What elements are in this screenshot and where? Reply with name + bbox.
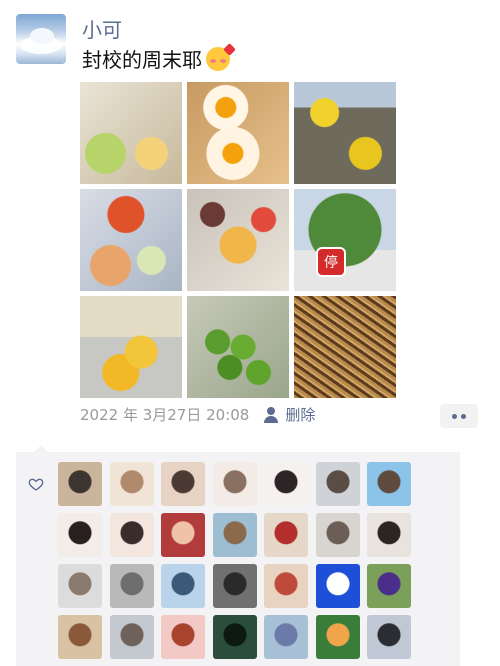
photo-yellow-flower-tree[interactable] [294,82,396,184]
avatar-cloud [30,28,54,44]
photo-noodles[interactable] [294,296,396,398]
dot-icon [461,413,466,419]
liker-avatar[interactable] [161,615,205,659]
liker-avatar[interactable] [367,615,411,659]
username[interactable]: 小可 [82,14,122,43]
liker-avatar[interactable] [315,615,360,659]
stop-sign: 停 [316,247,346,277]
liker-avatar[interactable] [264,615,308,659]
photo-limes[interactable] [187,296,289,398]
liker-avatar[interactable] [367,462,411,506]
post-text-row: 封校的周末耶 [82,42,236,73]
liker-avatar[interactable] [58,615,102,659]
smiling-face-with-hearts-icon [206,42,236,71]
liker-avatar[interactable] [367,564,411,608]
liker-avatar[interactable] [315,462,360,506]
liker-avatar[interactable] [109,564,154,608]
photo-lemons[interactable] [80,296,182,398]
post-timestamp: 2022 年 3月27日 20:08 [80,406,250,424]
person-icon [263,406,279,423]
heart-outline-icon [28,478,44,491]
photo-dinner-dishes[interactable] [187,189,289,291]
liker-avatar[interactable] [264,513,308,557]
liker-avatar[interactable] [212,615,257,659]
post-text: 封校的周末耶 [82,48,202,72]
post-meta: 2022 年 3月27日 20:08 删除 [80,404,315,425]
delete-label: 删除 [285,406,316,424]
user-avatar[interactable] [16,14,66,64]
liker-avatar[interactable] [212,564,257,608]
photo-fried-eggs[interactable] [187,82,289,184]
photo-grid: 停 [80,82,398,400]
liker-avatar[interactable] [58,564,102,608]
delete-button[interactable]: 删除 [263,404,315,425]
photo-stop-sign[interactable]: 停 [294,189,396,291]
liker-avatar[interactable] [315,564,360,608]
more-actions-button[interactable] [440,404,478,428]
liker-avatar[interactable] [212,462,257,506]
photo-fruit-salad[interactable] [80,189,182,291]
liker-avatar[interactable] [109,513,154,557]
liker-avatar[interactable] [161,513,205,557]
liker-avatar[interactable] [161,462,205,506]
liker-avatar[interactable] [264,462,308,506]
liker-avatar[interactable] [109,615,154,659]
liker-avatar[interactable] [264,564,308,608]
photo-breakfast-eggs[interactable] [80,82,182,184]
dot-icon [452,413,457,419]
liker-avatar[interactable] [58,513,102,557]
liker-avatar[interactable] [109,462,154,506]
liker-avatar[interactable] [212,513,257,557]
liker-avatar[interactable] [367,513,411,557]
likes-panel [16,445,460,666]
liker-avatar[interactable] [58,462,102,506]
liker-avatar[interactable] [315,513,360,557]
liker-avatar[interactable] [161,564,205,608]
